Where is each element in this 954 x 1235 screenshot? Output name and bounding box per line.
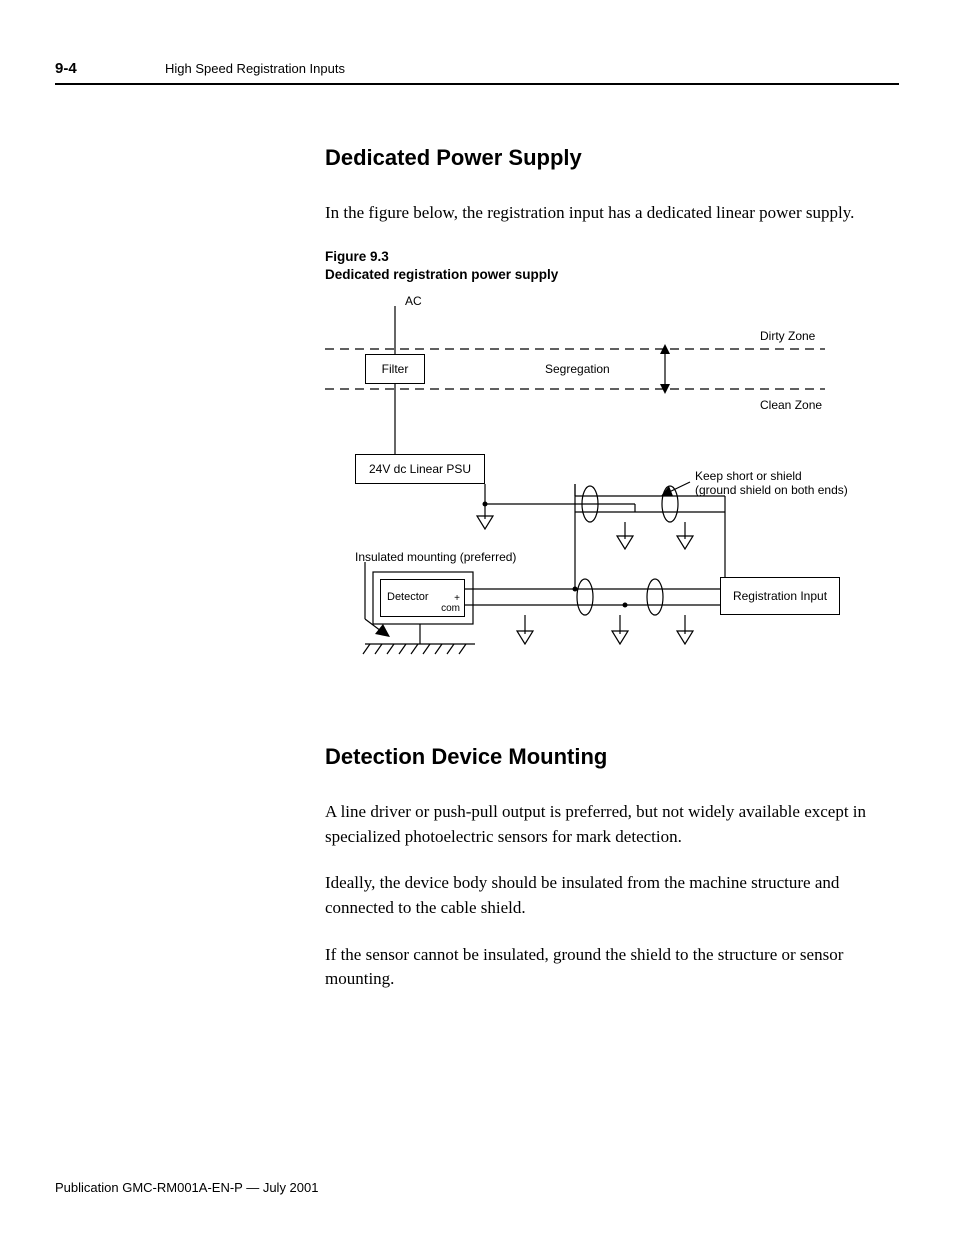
- keep-short-line2: (ground shield on both ends): [695, 483, 848, 497]
- figure-title: Dedicated registration power supply: [325, 267, 558, 282]
- label-dirty-zone: Dirty Zone: [760, 329, 815, 343]
- label-segregation: Segregation: [545, 362, 610, 376]
- label-com: com: [381, 603, 464, 614]
- label-detector: Detector: [387, 591, 429, 603]
- section-heading-2: Detection Device Mounting: [325, 744, 899, 770]
- figure-label: Figure 9.3 Dedicated registration power …: [325, 248, 899, 284]
- section2-p2: Ideally, the device body should be insul…: [325, 871, 899, 920]
- section2-p3: If the sensor cannot be insulated, groun…: [325, 943, 899, 992]
- label-insulated: Insulated mounting (preferred): [355, 550, 516, 564]
- page-number: 9-4: [55, 60, 165, 77]
- main-content: Dedicated Power Supply In the figure bel…: [325, 145, 899, 992]
- section1-paragraph: In the figure below, the registration in…: [325, 201, 899, 226]
- label-keep-short: Keep short or shield (ground shield on b…: [695, 469, 848, 498]
- box-detector: + Detector com: [380, 579, 465, 617]
- figure-diagram: AC Filter Segregation Dirty Zone Clean Z…: [325, 294, 885, 694]
- figure-number: Figure 9.3: [325, 249, 389, 264]
- keep-short-line1: Keep short or shield: [695, 469, 802, 483]
- box-filter: Filter: [365, 354, 425, 384]
- publication-footer: Publication GMC-RM001A-EN-P — July 2001: [55, 1180, 318, 1195]
- box-psu: 24V dc Linear PSU: [355, 454, 485, 484]
- section-heading-1: Dedicated Power Supply: [325, 145, 899, 171]
- chapter-title: High Speed Registration Inputs: [165, 61, 345, 76]
- label-ac: AC: [405, 294, 422, 308]
- label-clean-zone: Clean Zone: [760, 398, 822, 412]
- section2-p1: A line driver or push-pull output is pre…: [325, 800, 899, 849]
- page-header: 9-4 High Speed Registration Inputs: [55, 60, 899, 85]
- box-registration-input: Registration Input: [720, 577, 840, 615]
- page: 9-4 High Speed Registration Inputs Dedic…: [0, 0, 954, 1235]
